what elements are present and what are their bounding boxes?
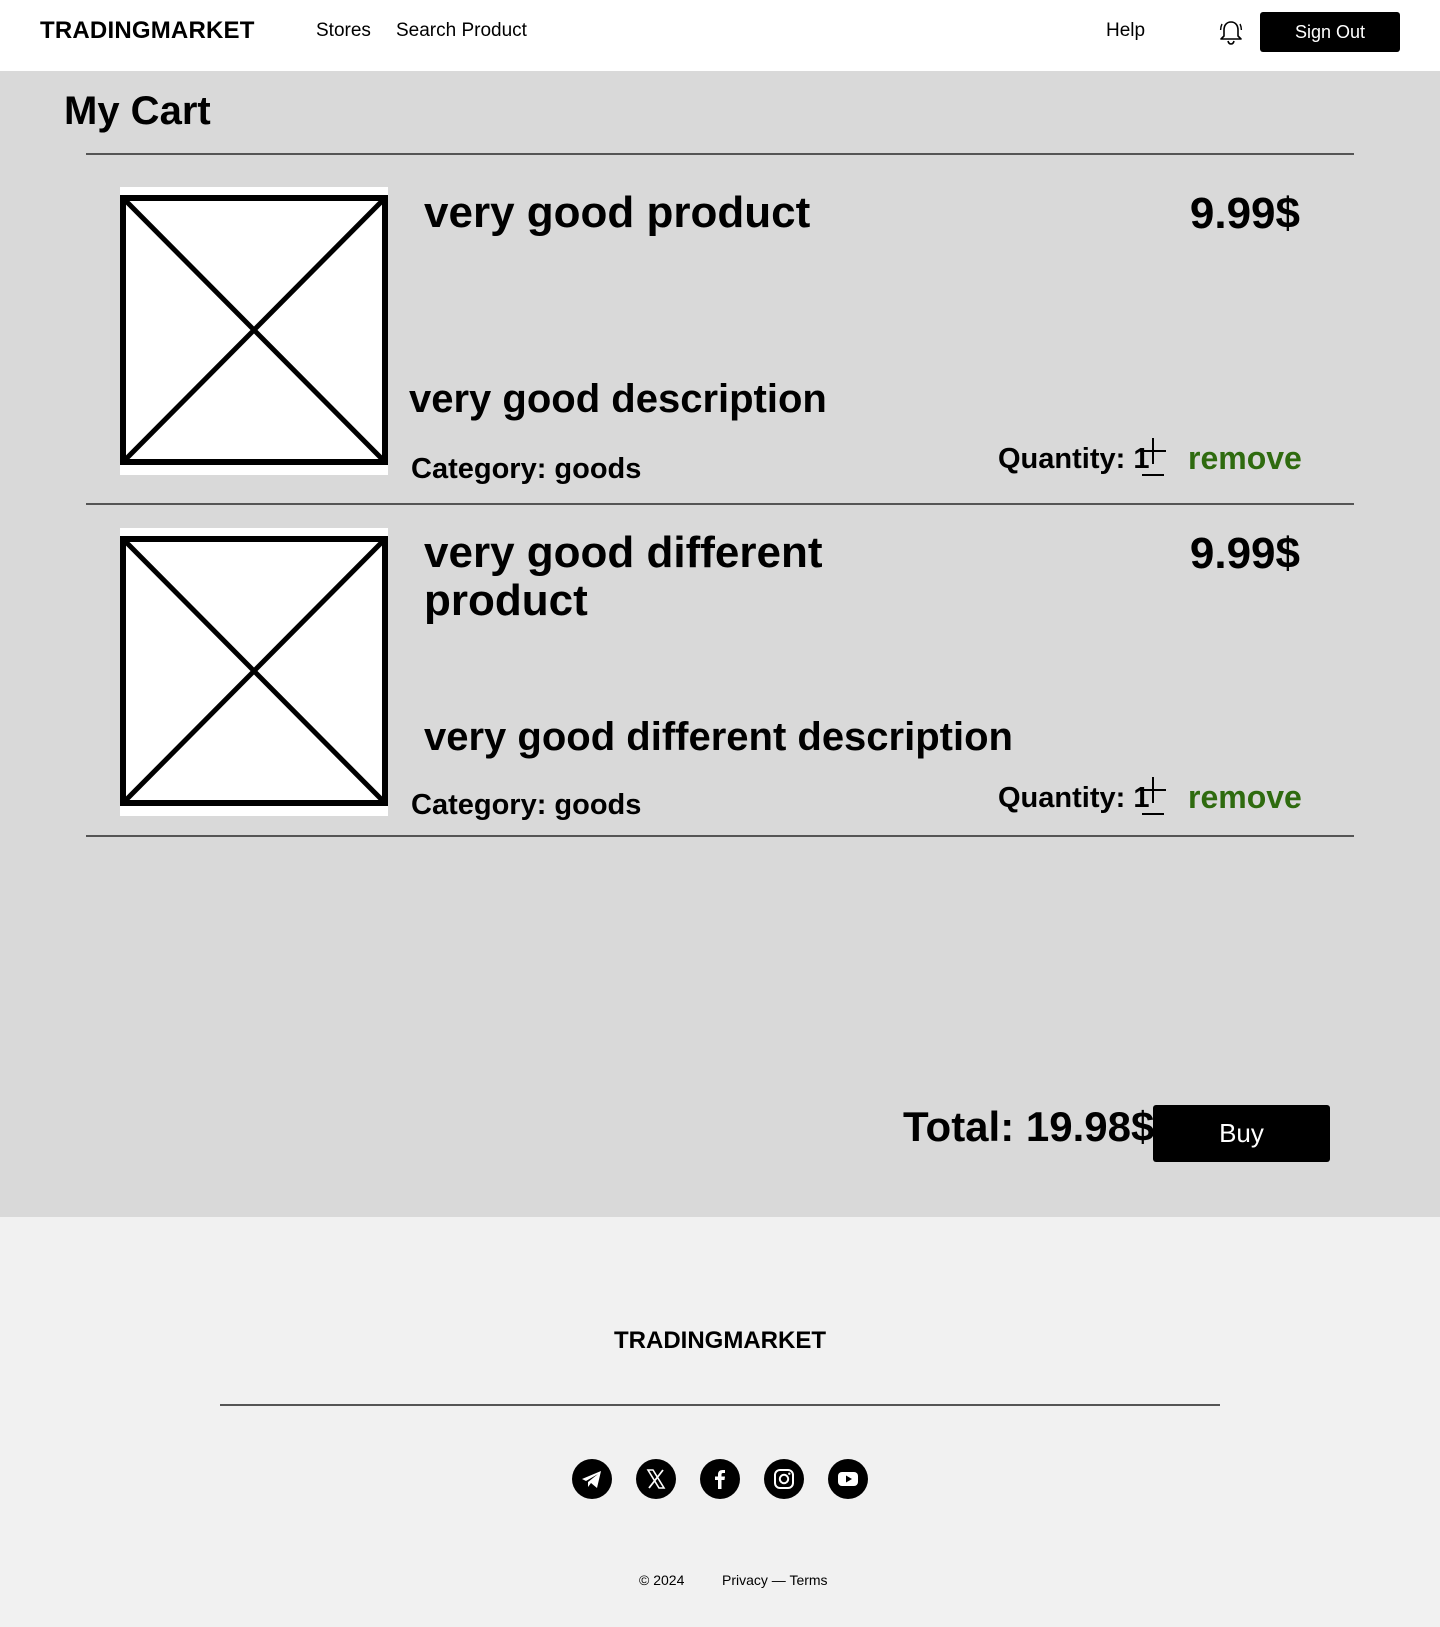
telegram-icon[interactable] [572, 1459, 612, 1499]
minus-icon[interactable] [1142, 474, 1164, 476]
facebook-icon[interactable] [700, 1459, 740, 1499]
legal-separator: — [767, 1572, 790, 1588]
plus-icon[interactable] [1140, 777, 1166, 803]
legal-links: Privacy — Terms [722, 1572, 828, 1588]
cart-total: Total: 19.98$ [903, 1103, 1155, 1150]
youtube-icon[interactable] [828, 1459, 868, 1499]
image-placeholder-icon [120, 528, 388, 816]
image-placeholder-icon [120, 187, 388, 475]
product-quantity: Quantity: 1 [998, 443, 1150, 475]
product-category: Category: goods [411, 789, 642, 821]
brand-logo[interactable]: TRADINGMARKET [40, 17, 255, 45]
plus-icon[interactable] [1140, 438, 1166, 464]
product-name[interactable]: very good product [424, 189, 844, 237]
product-description: very good different description [424, 715, 1013, 759]
terms-link[interactable]: Terms [789, 1572, 827, 1588]
copyright: © 2024 [639, 1572, 685, 1588]
footer: TRADINGMARKET © 2024 Privacy — Terms [0, 1217, 1440, 1627]
quantity-stepper [1140, 777, 1166, 817]
remove-button[interactable]: remove [1188, 440, 1302, 477]
sign-out-button[interactable]: Sign Out [1260, 12, 1400, 52]
privacy-link[interactable]: Privacy [722, 1572, 768, 1588]
remove-button[interactable]: remove [1188, 779, 1302, 816]
footer-brand: TRADINGMARKET [614, 1327, 826, 1354]
product-price: 9.99$ [1189, 529, 1300, 578]
product-name[interactable]: very good different product [424, 529, 844, 625]
cart-item: very good different product 9.99$ very g… [0, 507, 1440, 837]
product-quantity: Quantity: 1 [998, 782, 1150, 814]
social-links [572, 1459, 868, 1499]
page-title: My Cart [64, 89, 211, 133]
product-category: Category: goods [411, 453, 642, 485]
divider [86, 503, 1354, 505]
divider [220, 1404, 1220, 1406]
product-description: very good description [409, 377, 827, 421]
nav-help-link[interactable]: Help [1106, 20, 1145, 42]
top-navbar: TRADINGMARKET Stores Search Product Help… [0, 0, 1440, 71]
buy-button[interactable]: Buy [1153, 1105, 1330, 1162]
x-icon[interactable] [636, 1459, 676, 1499]
cart-item: very good product 9.99$ very good descri… [0, 155, 1440, 505]
bell-icon[interactable] [1218, 18, 1244, 46]
nav-stores-link[interactable]: Stores [316, 20, 371, 42]
product-price: 9.99$ [1189, 189, 1300, 238]
nav-search-product-link[interactable]: Search Product [396, 20, 527, 42]
divider [86, 835, 1354, 837]
quantity-stepper [1140, 438, 1166, 478]
instagram-icon[interactable] [764, 1459, 804, 1499]
minus-icon[interactable] [1142, 813, 1164, 815]
